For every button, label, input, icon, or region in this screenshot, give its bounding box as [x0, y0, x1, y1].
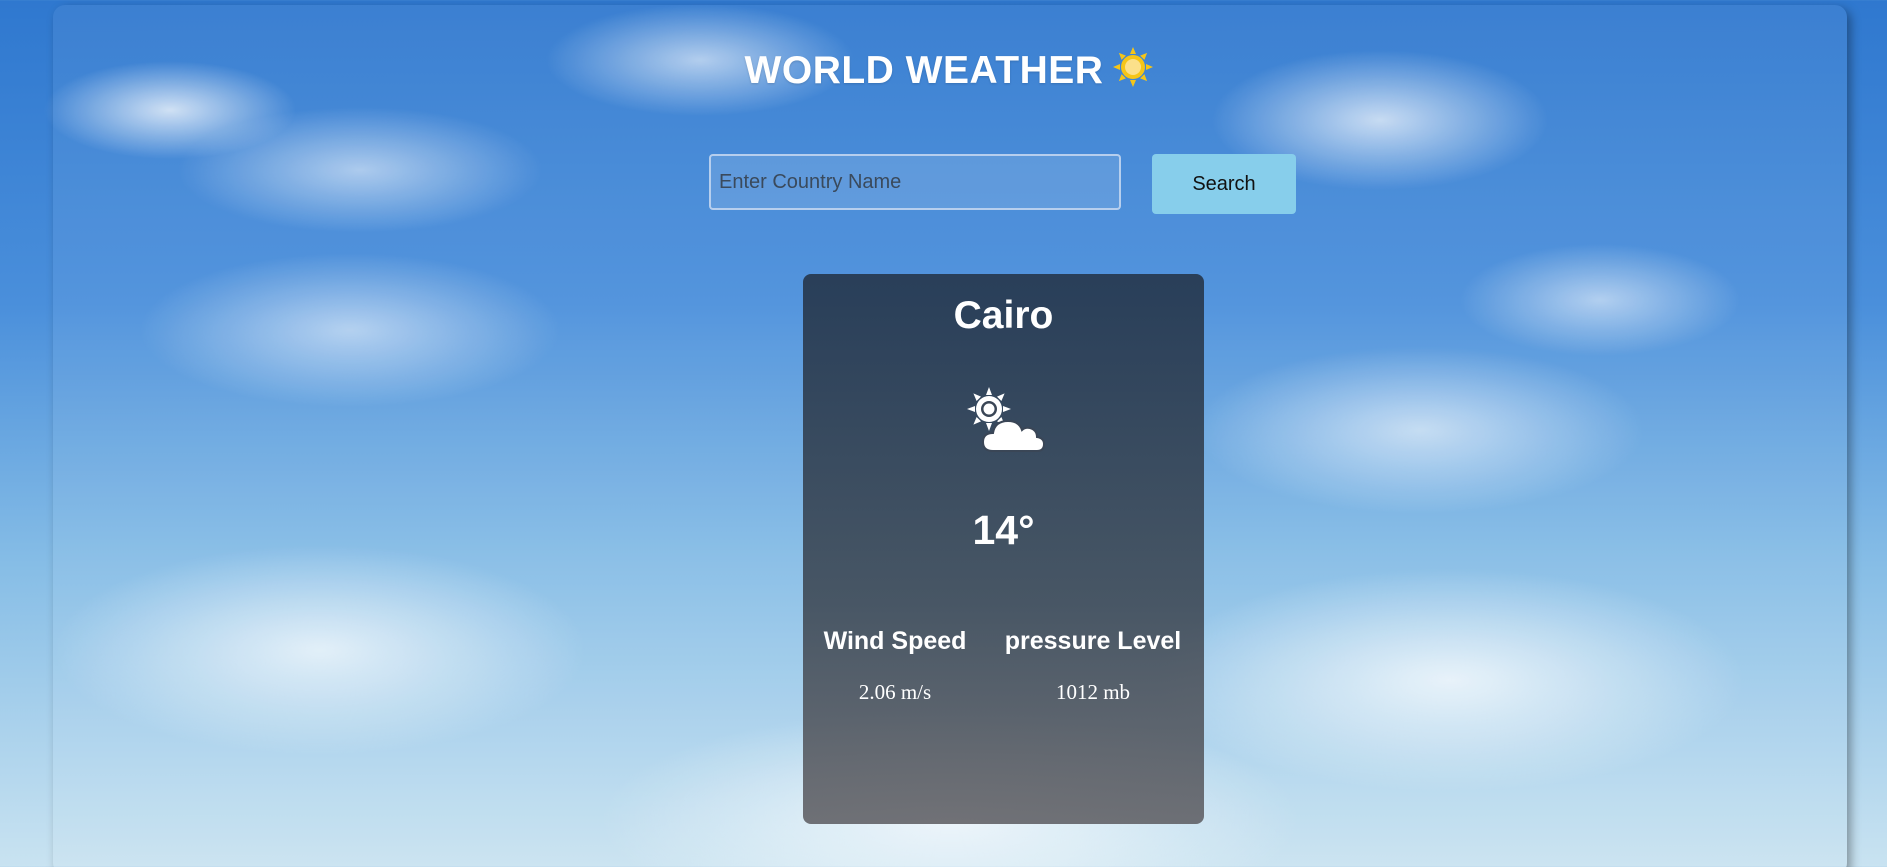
page-title: WORLD WEATHER: [53, 45, 1847, 93]
temperature: 14°: [972, 507, 1035, 553]
page-title-text: WORLD WEATHER: [744, 49, 1104, 92]
pressure-value: 1012 mb: [1055, 680, 1131, 704]
country-search-input[interactable]: [709, 154, 1121, 210]
sun-icon: [1113, 47, 1154, 87]
pressure-stat: pressure Level 1012 mb: [1003, 627, 1183, 705]
search-button[interactable]: Search: [1152, 154, 1296, 214]
partly-cloudy-icon: [967, 387, 1045, 452]
wind-speed-label: Wind Speed: [823, 627, 967, 655]
pressure-label: pressure Level: [1004, 627, 1182, 655]
wind-speed-stat: Wind Speed 2.06 m/s: [805, 627, 985, 705]
app-panel: WORLD WEATHER Search Cairo: [53, 5, 1847, 867]
wind-speed-value: 2.06 m/s: [858, 680, 932, 704]
weather-card: Cairo 14° Wind Speed 2.06 m/s pressure L…: [803, 274, 1204, 824]
city-name: Cairo: [953, 294, 1054, 337]
